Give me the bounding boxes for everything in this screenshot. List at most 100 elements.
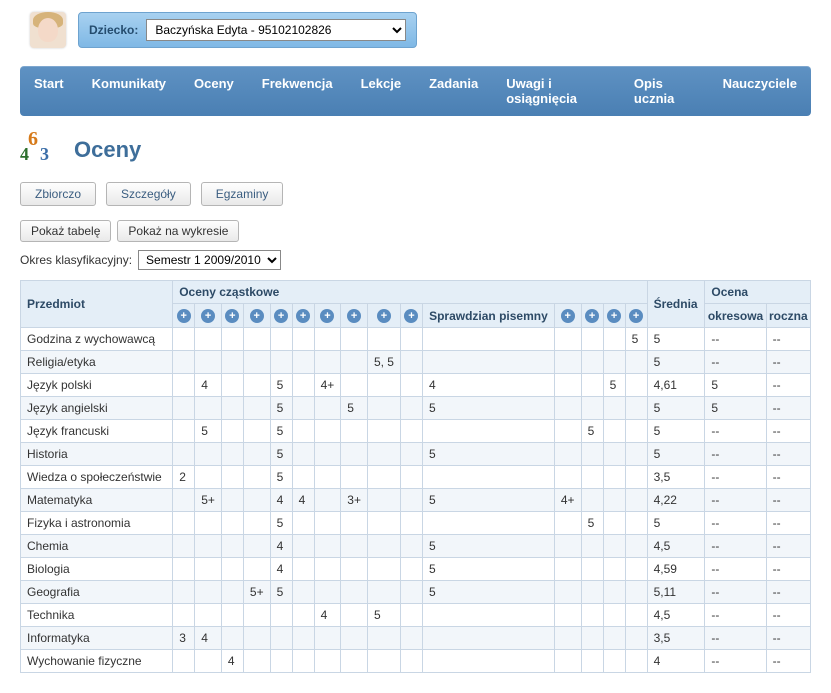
grade-cell [195, 650, 222, 673]
period-label: Okres klasyfikacyjny: [20, 253, 132, 267]
nav-komunikaty[interactable]: Komunikaty [78, 66, 180, 116]
yearly-cell: -- [766, 397, 810, 420]
subject-cell: Język polski [21, 374, 173, 397]
add-grade-col-13[interactable]: + [603, 304, 625, 328]
add-grade-col-12[interactable]: + [581, 304, 603, 328]
add-grade-col-1[interactable]: + [173, 304, 195, 328]
nav-opis[interactable]: Opis ucznia [620, 66, 709, 116]
plus-icon[interactable]: + [177, 309, 191, 323]
grade-cell [221, 397, 243, 420]
add-grade-col-7[interactable]: + [314, 304, 341, 328]
grade-cell [603, 397, 625, 420]
grade-cell [314, 397, 341, 420]
add-grade-col-2[interactable]: + [195, 304, 222, 328]
nav-frekwencja[interactable]: Frekwencja [248, 66, 347, 116]
grade-cell [314, 627, 341, 650]
nav-start[interactable]: Start [20, 66, 78, 116]
tab-szczegoly[interactable]: Szczegóły [106, 182, 191, 206]
col-final-grade: Ocena [705, 281, 811, 304]
written-cell: 5 [422, 443, 554, 466]
periodic-cell: -- [705, 328, 766, 351]
nav-oceny[interactable]: Oceny [180, 66, 248, 116]
grade-cell: 3+ [341, 489, 368, 512]
grade-cell [314, 535, 341, 558]
show-chart-button[interactable]: Pokaż na wykresie [117, 220, 239, 242]
nav-nauczyciele[interactable]: Nauczyciele [709, 66, 811, 116]
grade-cell [221, 512, 243, 535]
grade-cell [400, 650, 422, 673]
grade-cell: 4 [221, 650, 243, 673]
plus-icon[interactable]: + [296, 309, 310, 323]
grade-cell [341, 604, 368, 627]
add-grade-col-11[interactable]: + [554, 304, 581, 328]
grade-cell [603, 328, 625, 351]
grade-cell [603, 466, 625, 489]
add-grade-col-4[interactable]: + [243, 304, 270, 328]
periodic-cell: -- [705, 581, 766, 604]
grade-cell [554, 328, 581, 351]
periodic-cell: -- [705, 650, 766, 673]
yearly-cell: -- [766, 489, 810, 512]
plus-icon[interactable]: + [250, 309, 264, 323]
grade-cell: 5 [625, 328, 647, 351]
grade-cell [173, 397, 195, 420]
grade-cell [625, 489, 647, 512]
plus-icon[interactable]: + [629, 309, 643, 323]
grade-cell [367, 581, 400, 604]
grade-cell [173, 650, 195, 673]
grade-cell [243, 466, 270, 489]
grade-cell [554, 627, 581, 650]
grade-cell [341, 558, 368, 581]
add-grade-col-6[interactable]: + [292, 304, 314, 328]
grade-cell [581, 604, 603, 627]
average-cell: 3,5 [647, 627, 705, 650]
grade-cell: 5 [270, 397, 292, 420]
grade-cell [195, 604, 222, 627]
grade-cell: 5 [270, 443, 292, 466]
plus-icon[interactable]: + [201, 309, 215, 323]
grade-cell [341, 443, 368, 466]
add-grade-col-14[interactable]: + [625, 304, 647, 328]
plus-icon[interactable]: + [320, 309, 334, 323]
plus-icon[interactable]: + [225, 309, 239, 323]
grade-cell [243, 420, 270, 443]
subject-cell: Matematyka [21, 489, 173, 512]
grade-cell [221, 558, 243, 581]
grade-cell [221, 581, 243, 604]
grade-cell [625, 512, 647, 535]
periodic-cell: -- [705, 443, 766, 466]
nav-lekcje[interactable]: Lekcje [347, 66, 415, 116]
average-cell: 5 [647, 351, 705, 374]
add-grade-col-10[interactable]: + [400, 304, 422, 328]
plus-icon[interactable]: + [347, 309, 361, 323]
nav-uwagi[interactable]: Uwagi i osiągnięcia [492, 66, 620, 116]
nav-zadania[interactable]: Zadania [415, 66, 492, 116]
plus-icon[interactable]: + [561, 309, 575, 323]
grade-cell [554, 535, 581, 558]
plus-icon[interactable]: + [607, 309, 621, 323]
grade-cell [195, 351, 222, 374]
show-table-button[interactable]: Pokaż tabelę [20, 220, 111, 242]
grade-cell [292, 558, 314, 581]
tab-egzaminy[interactable]: Egzaminy [201, 182, 284, 206]
tab-zbiorczo[interactable]: Zbiorczo [20, 182, 96, 206]
period-select[interactable]: Semestr 1 2009/2010 [138, 250, 281, 270]
grade-cell [243, 558, 270, 581]
add-grade-col-3[interactable]: + [221, 304, 243, 328]
add-grade-col-9[interactable]: + [367, 304, 400, 328]
periodic-cell: -- [705, 627, 766, 650]
grade-cell [341, 512, 368, 535]
plus-icon[interactable]: + [404, 309, 418, 323]
grade-cell [243, 535, 270, 558]
grade-cell [292, 581, 314, 604]
plus-icon[interactable]: + [377, 309, 391, 323]
add-grade-col-5[interactable]: + [270, 304, 292, 328]
child-select[interactable]: Baczyńska Edyta - 95102102826 [146, 19, 406, 41]
grades-table: Przedmiot Oceny cząstkowe Średnia Ocena … [20, 280, 811, 673]
grade-cell [603, 650, 625, 673]
grade-cell [195, 397, 222, 420]
subject-cell: Godzina z wychowawcą [21, 328, 173, 351]
plus-icon[interactable]: + [585, 309, 599, 323]
plus-icon[interactable]: + [274, 309, 288, 323]
add-grade-col-8[interactable]: + [341, 304, 368, 328]
